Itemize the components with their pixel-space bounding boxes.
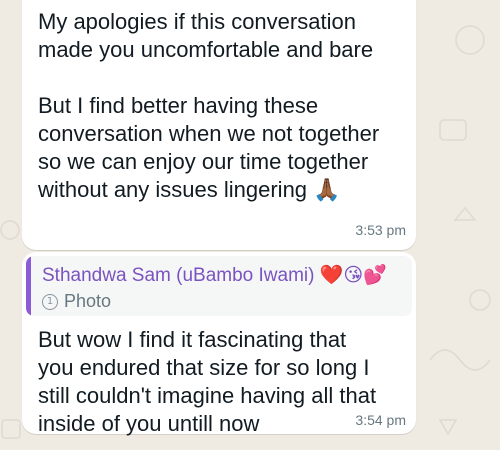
quote-author: Sthandwa Sam (uBambo Iwami) ❤️😘💕 [42, 264, 387, 286]
quote-accent-bar [26, 256, 31, 316]
quote-media-type: Photo [64, 291, 112, 311]
message-timestamp: 3:54 pm [355, 412, 406, 428]
message-text: My apologies if this conversation made y… [38, 9, 380, 203]
message-bubble[interactable]: My apologies if this conversation made y… [22, 0, 416, 250]
message-timestamp: 3:53 pm [355, 222, 406, 238]
message-bubble[interactable]: Sthandwa Sam (uBambo Iwami) ❤️😘💕 1 Photo… [22, 252, 416, 436]
quoted-message[interactable]: Sthandwa Sam (uBambo Iwami) ❤️😘💕 1 Photo [26, 256, 412, 316]
view-once-photo-icon: 1 [42, 293, 58, 310]
quote-author-emoji: ❤️😘💕 [319, 264, 387, 286]
message-text: But wow I find it fascinating that you e… [38, 327, 377, 436]
quote-media-label: 1 Photo [42, 291, 402, 312]
folded-hands-emoji: 🙏🏾 [313, 178, 341, 203]
